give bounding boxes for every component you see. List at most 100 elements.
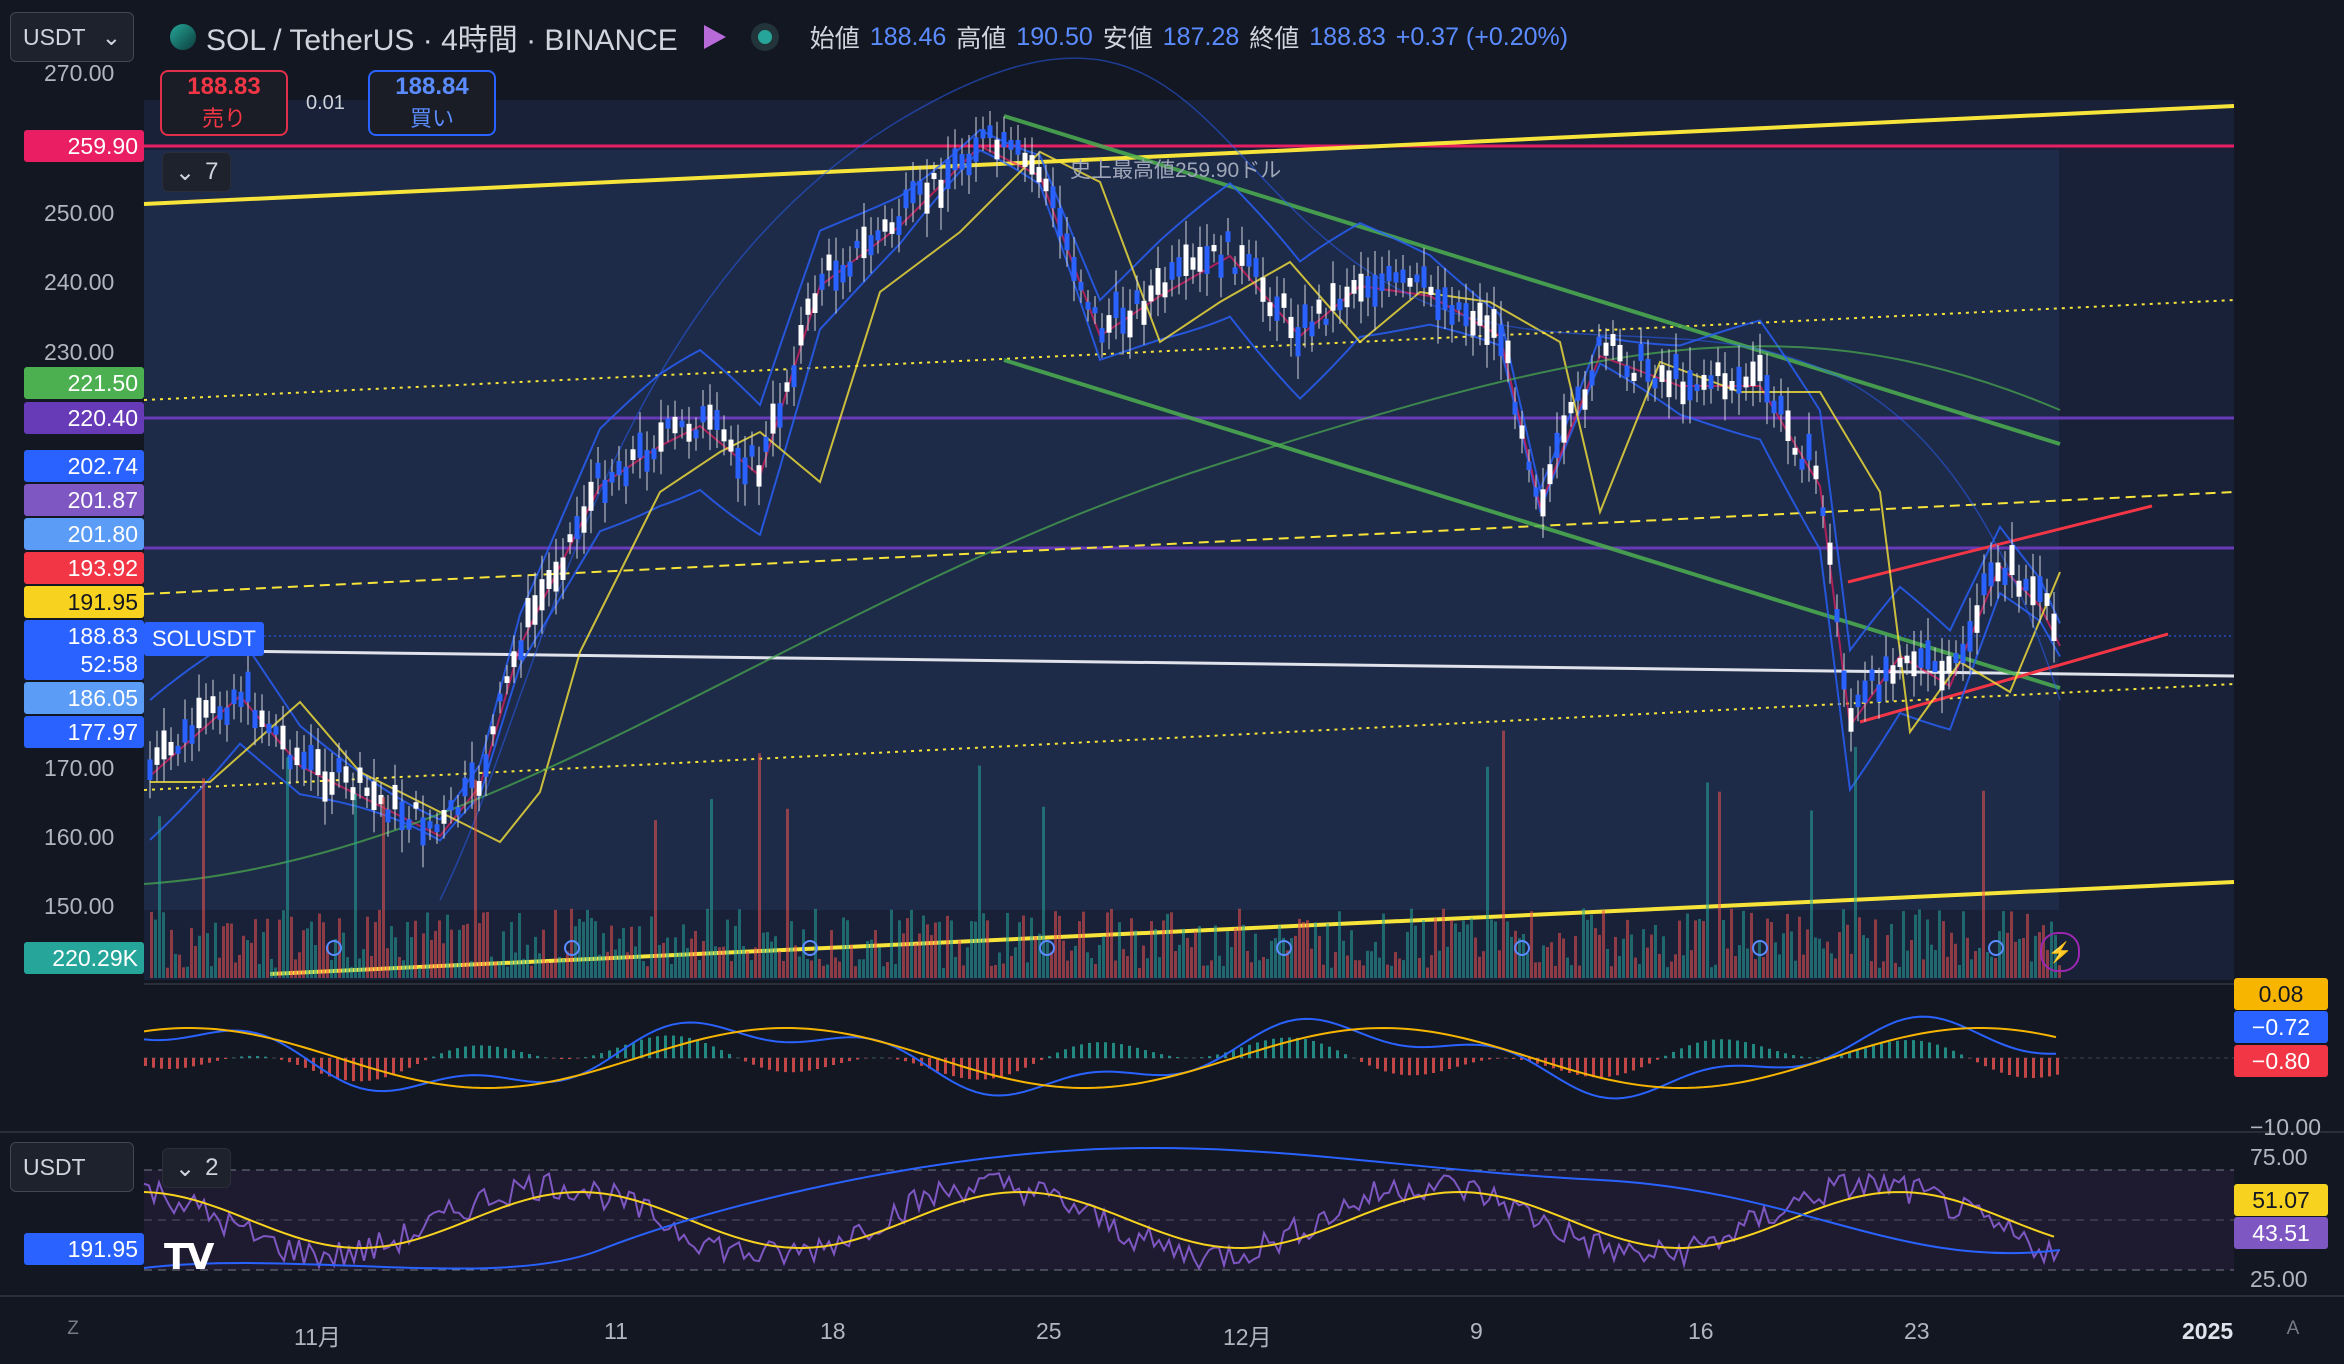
volume-bar	[442, 943, 445, 978]
macd-histogram-bar	[1616, 1058, 1619, 1076]
candle-body	[1925, 640, 1931, 670]
volume-bar	[878, 947, 881, 978]
volume-bar	[1630, 934, 1633, 978]
candle-body	[854, 240, 860, 249]
volume-bar	[1006, 912, 1009, 978]
rsi-left-price-label: 191.95	[24, 1233, 144, 1265]
volume-bar	[458, 929, 461, 978]
symbol-title[interactable]: SOL / TetherUS · 4時間 · BINANCE	[170, 15, 772, 59]
volume-bar	[1826, 941, 1829, 978]
candle-body	[1141, 300, 1147, 325]
macd-histogram-bar	[728, 1053, 731, 1058]
macd-histogram-bar	[704, 1043, 707, 1058]
volume-bar	[1342, 940, 1345, 978]
candle-body	[1554, 432, 1560, 458]
candle-body	[553, 561, 559, 592]
macd-histogram-bar	[600, 1053, 603, 1058]
candle-body	[1316, 299, 1322, 314]
candle-body	[1617, 344, 1623, 362]
rsi-currency-select[interactable]: USDT	[10, 1142, 134, 1192]
candle-body	[959, 154, 965, 170]
candle-body	[819, 273, 825, 290]
currency-select[interactable]: USDT ⌄	[10, 12, 134, 62]
candle-body	[1225, 231, 1231, 243]
candle-body	[1281, 293, 1287, 308]
volume-bar	[218, 957, 221, 978]
candle-body	[1883, 656, 1889, 682]
candle-body	[973, 137, 979, 162]
volume-bar	[1710, 967, 1713, 978]
macd-histogram-bar	[1664, 1055, 1667, 1058]
volume-bar	[582, 921, 585, 978]
macd-value-label: 0.08	[2234, 978, 2328, 1010]
volume-bar	[246, 940, 249, 978]
macd-histogram-bar	[1128, 1045, 1131, 1058]
macd-histogram-bar	[1168, 1055, 1171, 1058]
macd-histogram-bar	[184, 1058, 187, 1068]
volume-bar	[1378, 957, 1381, 978]
candle-body	[987, 125, 993, 139]
timezone-icon[interactable]: Z	[56, 1312, 90, 1346]
indicator-count: 7	[205, 158, 219, 185]
volume-bar	[242, 935, 245, 978]
volume-bar	[350, 966, 353, 978]
buy-button[interactable]: 188.84 買い	[368, 70, 496, 136]
candle-body	[840, 264, 846, 283]
candle-body	[1666, 370, 1672, 398]
volume-bar	[1642, 929, 1645, 978]
volume-bar	[1734, 956, 1737, 978]
volume-bar	[930, 935, 933, 978]
volume-bar	[1238, 908, 1241, 978]
candle-body	[1309, 321, 1315, 337]
chart-canvas[interactable]	[0, 0, 2344, 1364]
macd-histogram-bar	[1104, 1042, 1107, 1058]
candle-body	[1967, 621, 1973, 652]
candle-body	[364, 787, 370, 796]
volume-bar	[1770, 922, 1773, 978]
candle-body	[2002, 567, 2008, 585]
volume-bar	[1282, 937, 1285, 978]
volume-bar	[1298, 918, 1301, 978]
sell-button[interactable]: 188.83 売り	[160, 70, 288, 136]
candle-body	[602, 479, 608, 503]
volume-bar	[842, 917, 845, 978]
macd-histogram-bar	[1984, 1058, 1987, 1067]
rsi-axis-bottom: 25.00	[2250, 1266, 2308, 1292]
candle-body	[1372, 274, 1378, 307]
buy-label: 買い	[409, 106, 454, 131]
volume-bar	[1106, 912, 1109, 978]
candle-body	[1127, 310, 1133, 338]
all-time-high-annotation[interactable]: 史上最高値259.90ドル	[1070, 154, 1281, 184]
candle-body	[1260, 277, 1266, 302]
volume-bar	[678, 952, 681, 978]
indicators-collapse-button[interactable]: ⌄ 7	[162, 152, 232, 192]
candle-body	[1344, 286, 1350, 308]
volume-bar	[194, 945, 197, 978]
volume-bar	[478, 923, 481, 978]
macd-histogram-bar	[1208, 1056, 1211, 1058]
volume-bar	[978, 765, 981, 978]
candle-body	[1092, 307, 1098, 314]
candle-body	[1862, 680, 1868, 703]
auto-scale-icon[interactable]: A	[2276, 1312, 2310, 1346]
candle-body	[1540, 489, 1546, 517]
candle-body	[1848, 708, 1854, 732]
volume-bar	[1614, 936, 1617, 978]
candle-body	[1162, 282, 1168, 298]
volume-bar	[1506, 921, 1509, 978]
volume-bar	[1054, 911, 1057, 978]
lightning-icon[interactable]: ⚡	[2040, 932, 2080, 972]
tradingview-logo-icon[interactable]: 𝗧𝗩	[164, 1236, 214, 1278]
macd-histogram-bar	[152, 1058, 155, 1068]
flag-icon[interactable]	[703, 25, 726, 49]
volume-bar	[1830, 953, 1833, 978]
macd-histogram-bar	[176, 1058, 179, 1069]
volume-bar	[1230, 947, 1233, 978]
macd-histogram-bar	[1784, 1053, 1787, 1058]
macd-histogram-bar	[1656, 1058, 1659, 1060]
volume-bar	[318, 913, 321, 978]
volume-bar	[510, 921, 513, 978]
rsi-axis-top: 75.00	[2250, 1144, 2308, 1170]
rsi-collapse-button[interactable]: ⌄ 2	[162, 1148, 232, 1188]
volume-bar	[2010, 911, 2013, 978]
